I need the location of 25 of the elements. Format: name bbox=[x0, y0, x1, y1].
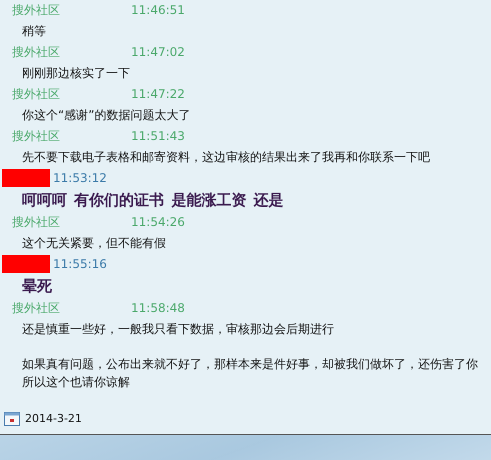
sender-name: 搜外社区 bbox=[12, 86, 61, 102]
message-time: 11:51:43 bbox=[131, 129, 185, 143]
message-time: 11:46:51 bbox=[131, 3, 185, 17]
message-time: 11:47:22 bbox=[131, 87, 185, 101]
message-time: 11:58:48 bbox=[131, 301, 185, 315]
message-text: 如果真有问题，公布出来就不好了，那样本来是件好事，却被我们做坏了，还伤害了你所以这个也请你谅解 bbox=[22, 356, 479, 391]
sender-name: 搜外社区 bbox=[12, 214, 61, 230]
sender-name: 搜外社区 bbox=[12, 2, 61, 18]
message-text: 还是慎重一些好，一般我只看下数据，审核那边会后期进行 bbox=[22, 321, 335, 338]
message-text: 稍等 bbox=[22, 23, 47, 40]
calendar-icon bbox=[4, 410, 20, 426]
message-time: 11:54:26 bbox=[131, 215, 185, 229]
message-text: 你这个“感谢”的数据问题太大了 bbox=[22, 107, 192, 124]
message-text: 呵呵呵 有你们的证书 是能涨工资 还是 bbox=[22, 190, 285, 210]
sender-name: 搜外社区 bbox=[12, 128, 61, 144]
message-text: 刚刚那边核实了一下 bbox=[22, 65, 131, 82]
message-time: 11:47:02 bbox=[131, 45, 185, 59]
date-label: 2014-3-21 bbox=[25, 412, 82, 424]
sender-name: 搜外社区 bbox=[12, 44, 61, 60]
message-time: 11:55:16 bbox=[53, 257, 107, 271]
message-text: 晕死 bbox=[22, 276, 53, 296]
sender-name: 搜外社区 bbox=[12, 300, 61, 316]
message-time: 11:53:12 bbox=[53, 171, 107, 185]
message-text: 这个无关紧要，但不能有假 bbox=[22, 235, 167, 252]
message-text: 先不要下载电子表格和邮寄资料，这边审核的结果出来了我再和你联系一下吧 bbox=[22, 149, 431, 166]
